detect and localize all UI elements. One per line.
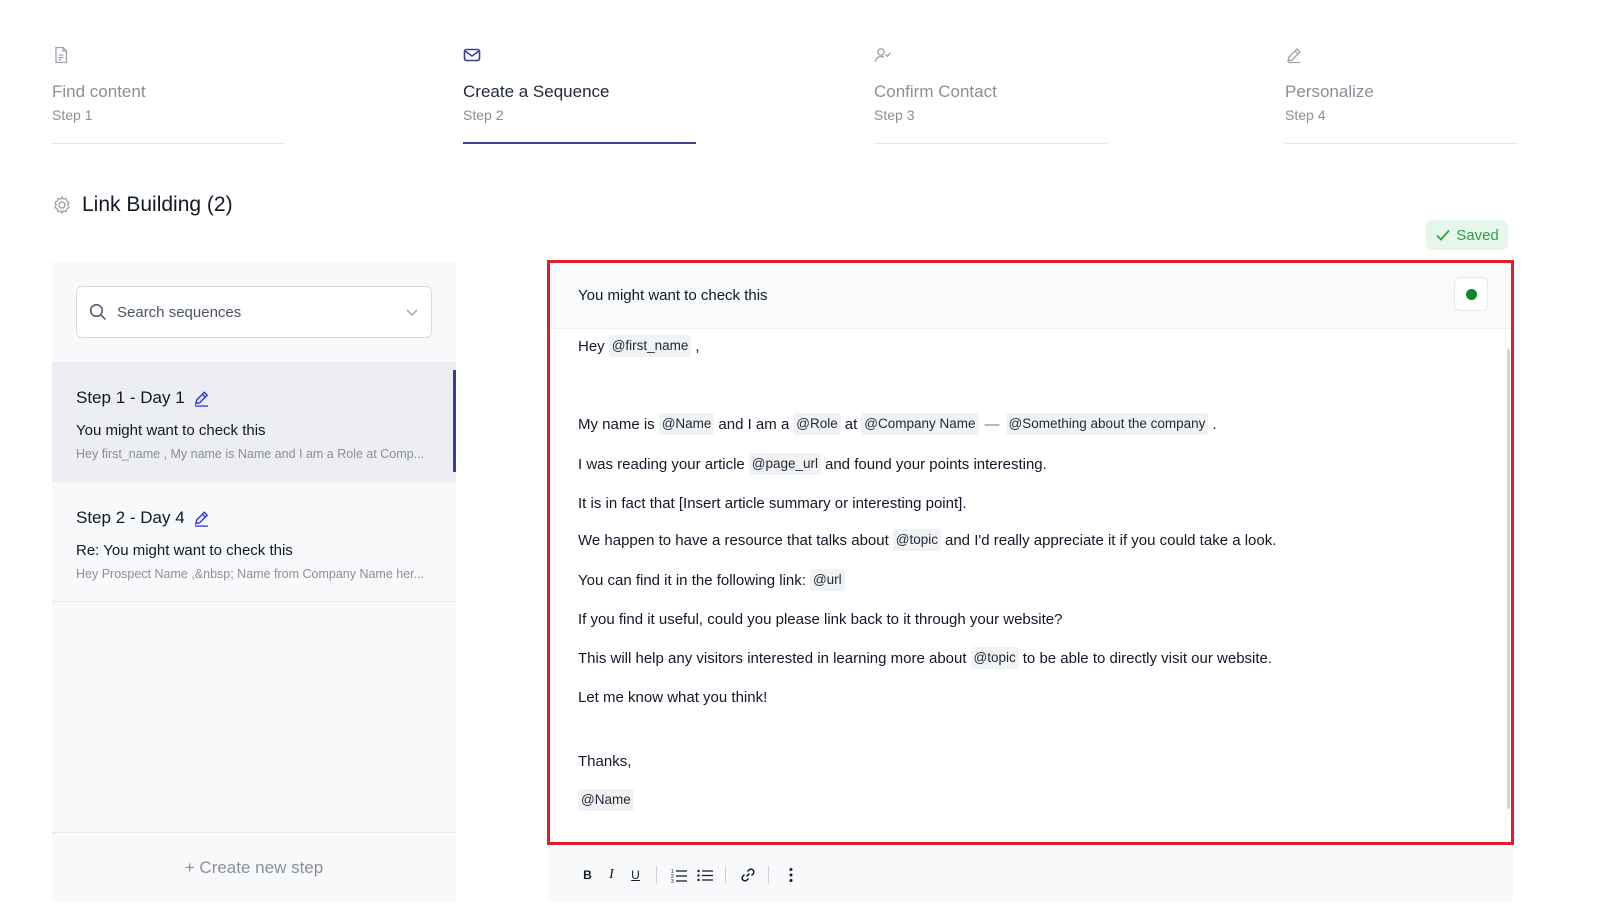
- svg-text:3: 3: [671, 879, 674, 883]
- step-heading: Step 2 - Day 4: [76, 508, 210, 528]
- body-line: We happen to have a resource that talks …: [578, 529, 1276, 551]
- body-line: Let me know what you think!: [578, 689, 767, 706]
- merge-tag[interactable]: @page_url: [748, 453, 821, 475]
- body-text: We happen to have a resource that talks …: [578, 531, 889, 549]
- body-text: This will help any visitors interested i…: [578, 649, 967, 667]
- list-item[interactable]: Step 1 - Day 1 You might want to check t…: [52, 362, 456, 482]
- subject-row: You might want to check this: [550, 263, 1511, 329]
- step-number: Step 2: [463, 107, 504, 123]
- toolbar-divider: [725, 866, 726, 884]
- step-number: Step 3: [874, 107, 915, 123]
- body-text: I was reading your article: [578, 455, 745, 473]
- body-line: This will help any visitors interested i…: [578, 647, 1272, 669]
- list-item[interactable]: Step 2 - Day 4 Re: You might want to che…: [52, 482, 456, 602]
- step-title: Find content: [52, 82, 146, 101]
- user-check-icon: [874, 48, 892, 63]
- body-text: —: [984, 415, 1000, 433]
- step-number: Step 1: [52, 107, 93, 123]
- underline-button[interactable]: U: [630, 868, 641, 882]
- email-editor: You might want to check this Hey @first_…: [547, 260, 1514, 845]
- body-line: You can find it in the following link: @…: [578, 569, 849, 591]
- mail-icon: [463, 48, 481, 62]
- merge-tag[interactable]: @Role: [793, 413, 841, 435]
- body-text: at: [844, 415, 858, 433]
- saved-badge: Saved: [1426, 220, 1508, 250]
- merge-tag[interactable]: @Name: [658, 413, 715, 435]
- more-vertical-icon[interactable]: [783, 867, 799, 883]
- step-preview: Hey first_name , My name is Name and I a…: [76, 447, 425, 461]
- editor-scrollbar[interactable]: [1507, 349, 1510, 809]
- link-icon[interactable]: [740, 867, 756, 883]
- merge-tag[interactable]: @Company Name: [861, 413, 979, 435]
- body-line: If you find it useful, could you please …: [578, 611, 1062, 628]
- body-text: and I'd really appreciate it if you coul…: [945, 531, 1277, 549]
- merge-tag[interactable]: @topic: [970, 647, 1019, 669]
- body-text: My name is: [578, 415, 655, 433]
- bullet-list-icon[interactable]: [697, 867, 713, 883]
- body-text: Let me know what you think!: [578, 689, 768, 706]
- body-line: My name is @Name and I am a @Role at @Co…: [578, 413, 1217, 435]
- body-text: to be able to directly visit our website…: [1022, 649, 1273, 667]
- status-toggle-button[interactable]: [1454, 277, 1488, 311]
- search-box[interactable]: [76, 286, 432, 338]
- step-subject: You might want to check this: [76, 422, 266, 439]
- body-text: .: [1212, 415, 1217, 433]
- merge-tag[interactable]: @first_name: [608, 335, 692, 357]
- status-dot-icon: [1465, 288, 1477, 300]
- body-text: ,: [695, 337, 700, 355]
- step-preview: Hey Prospect Name ,&nbsp; Name from Comp…: [76, 567, 425, 581]
- saved-label: Saved: [1456, 226, 1499, 244]
- chevron-down-icon[interactable]: [405, 305, 419, 319]
- toolbar-divider: [768, 866, 769, 884]
- step-number: Step 4: [1285, 107, 1326, 123]
- ordered-list-icon[interactable]: 123: [671, 867, 687, 883]
- page-header: Link Building (2): [52, 192, 233, 218]
- step-find-content[interactable]: Find content Step 1: [52, 44, 285, 144]
- search-input[interactable]: [117, 303, 405, 321]
- merge-tag[interactable]: @url: [809, 569, 845, 591]
- step-title: Personalize: [1285, 82, 1374, 101]
- body-line: Thanks,: [578, 753, 631, 770]
- body-text: Thanks,: [578, 753, 632, 770]
- body-text: Hey: [578, 337, 605, 355]
- edit-icon[interactable]: [193, 390, 210, 407]
- toolbar-divider: [656, 866, 657, 884]
- italic-button[interactable]: I: [606, 867, 617, 883]
- step-confirm-contact[interactable]: Confirm Contact Step 3: [874, 44, 1107, 144]
- body-line: I was reading your article @page_url and…: [578, 453, 1047, 475]
- step-heading-label: Step 1 - Day 1: [76, 388, 185, 407]
- step-heading: Step 1 - Day 1: [76, 388, 210, 408]
- page-title: Link Building (2): [82, 193, 233, 216]
- pen-icon: [1287, 48, 1301, 64]
- sequence-sidebar: Step 1 - Day 1 You might want to check t…: [52, 262, 456, 902]
- body-line: It is in fact that [Insert article summa…: [578, 495, 966, 512]
- body-text: You can find it in the following link:: [578, 571, 806, 589]
- merge-tag[interactable]: @Something about the company: [1005, 413, 1209, 435]
- create-new-step-button[interactable]: + Create new step: [52, 832, 456, 902]
- subject-field[interactable]: You might want to check this: [578, 287, 768, 304]
- merge-tag[interactable]: @Name: [578, 789, 634, 811]
- merge-tag[interactable]: @topic: [892, 529, 941, 551]
- step-title: Create a Sequence: [463, 82, 610, 101]
- step-title: Confirm Contact: [874, 82, 997, 101]
- body-text: It is in fact that [Insert article summa…: [578, 495, 967, 512]
- body-text: and found your points interesting.: [825, 455, 1047, 473]
- bold-button[interactable]: B: [582, 868, 593, 882]
- search-icon: [89, 303, 107, 321]
- body-text: and I am a: [718, 415, 790, 433]
- check-icon: [1436, 229, 1450, 241]
- formatting-toolbar: B I U 123: [548, 848, 1513, 902]
- step-create-sequence[interactable]: Create a Sequence Step 2: [463, 44, 696, 144]
- step-heading-label: Step 2 - Day 4: [76, 508, 185, 527]
- body-line: @Name: [578, 789, 638, 811]
- stepper: Find content Step 1 Create a Sequence St…: [52, 44, 1548, 144]
- step-subject: Re: You might want to check this: [76, 542, 293, 559]
- document-icon: [55, 46, 68, 64]
- step-personalize[interactable]: Personalize Step 4: [1285, 44, 1518, 144]
- edit-icon[interactable]: [193, 510, 210, 527]
- body-text: If you find it useful, could you please …: [578, 611, 1063, 628]
- body-line: Hey @first_name ,: [578, 335, 700, 357]
- gear-icon[interactable]: [52, 195, 72, 215]
